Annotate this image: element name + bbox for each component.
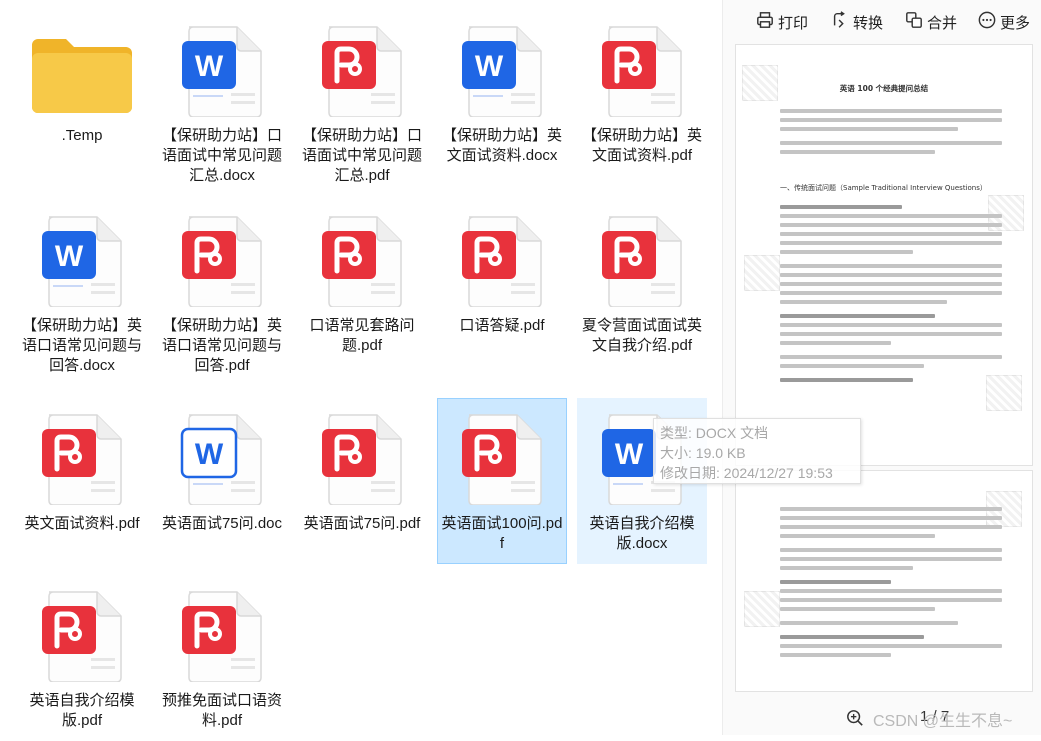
file-name-label: 【保研助力站】英文面试资料.pdf (581, 127, 702, 164)
file-name-label: 口语答疑.pdf (459, 317, 545, 334)
file-name-label: 英语面试75问.doc (161, 515, 283, 532)
pdf-file-icon (39, 411, 127, 505)
file-item[interactable]: 英语自我介绍模版.pdf (17, 575, 147, 741)
preview-pane: 打印 转换 合并 更多 英语 100 个经典提问总结 一、传统面试问题（Samp… (723, 0, 1041, 735)
file-item[interactable]: 英语面试75问.pdf (297, 398, 427, 564)
pdf-file-icon (319, 213, 407, 307)
file-name-label: 【保研助力站】英语口语常见问题与回答.pdf (161, 317, 282, 374)
more-label: 更多 (1000, 14, 1031, 32)
print-label: 打印 (778, 14, 809, 32)
svg-text:W: W (55, 240, 84, 273)
file-item[interactable]: 英文面试资料.pdf (17, 398, 147, 564)
preview-page-2[interactable] (735, 470, 1033, 692)
svg-text:W: W (195, 438, 224, 471)
pdf-file-icon (179, 213, 267, 307)
pdf-file-icon (459, 411, 547, 505)
file-name-label: .Temp (61, 127, 103, 144)
file-item[interactable]: 夏令营面试面试英文自我介绍.pdf (577, 200, 707, 366)
text-block (780, 205, 1002, 387)
file-item[interactable]: W 【保研助力站】口语面试中常见问题汇总.docx (157, 10, 287, 184)
file-item[interactable]: 口语常见套路问题.pdf (297, 200, 427, 366)
word-file-icon: W (179, 23, 267, 117)
more-button[interactable]: 更多 (978, 10, 1030, 34)
file-name-label: 【保研助力站】口语面试中常见问题汇总.docx (161, 127, 282, 184)
pdf-file-icon (39, 588, 127, 682)
file-name-label: 英文面试资料.pdf (24, 515, 140, 532)
svg-text:W: W (195, 50, 224, 83)
print-button[interactable]: 打印 (756, 10, 808, 34)
pdf-file-icon (599, 213, 687, 307)
word-file-icon: W (179, 411, 267, 505)
document-heading: 一、传统面试问题（Sample Traditional Interview Qu… (780, 184, 987, 192)
text-block (780, 507, 1002, 662)
file-name-label: 夏令营面试面试英文自我介绍.pdf (581, 317, 702, 354)
file-item[interactable]: W 英语面试75问.doc (157, 398, 287, 564)
watermark-qr (744, 591, 780, 627)
svg-text:W: W (615, 438, 644, 471)
convert-icon (831, 11, 849, 33)
file-item[interactable]: 【保研助力站】英文面试资料.pdf (577, 10, 707, 176)
file-name-label: 英语自我介绍模版.pdf (29, 692, 135, 729)
file-item[interactable]: W 【保研助力站】英文面试资料.docx (437, 10, 567, 176)
file-name-label: 【保研助力站】英文面试资料.docx (441, 127, 562, 164)
word-file-icon: W (459, 23, 547, 117)
file-item[interactable]: 口语答疑.pdf (437, 200, 567, 366)
file-item[interactable]: 【保研助力站】英语口语常见问题与回答.pdf (157, 200, 287, 374)
tooltip-type: 类型: DOCX 文档 (660, 425, 769, 441)
tooltip-size: 大小: 19.0 KB (660, 445, 746, 461)
file-item[interactable]: 【保研助力站】口语面试中常见问题汇总.pdf (297, 10, 427, 184)
folder-item[interactable]: .Temp (17, 10, 147, 176)
more-icon (978, 11, 996, 33)
file-name-label: 英语自我介绍模版.docx (589, 515, 695, 552)
pdf-file-icon (319, 411, 407, 505)
preview-toolbar: 打印 转换 合并 更多 (723, 0, 1041, 42)
tooltip-modified: 修改日期: 2024/12/27 19:53 (660, 465, 833, 481)
convert-label: 转换 (853, 14, 884, 32)
file-name-label: 英语面试100问.pdf (441, 515, 563, 552)
document-title: 英语 100 个经典提问总结 (839, 84, 929, 93)
file-item[interactable]: 英语面试100问.pdf (437, 398, 567, 564)
file-name-label: 【保研助力站】英语口语常见问题与回答.docx (21, 317, 142, 374)
watermark-qr (744, 255, 780, 291)
file-name-label: 英语面试75问.pdf (303, 515, 421, 532)
file-tooltip: 类型: DOCX 文档 大小: 19.0 KB 修改日期: 2024/12/27… (653, 418, 861, 484)
file-item[interactable]: W 【保研助力站】英语口语常见问题与回答.docx (17, 200, 147, 374)
file-item[interactable]: 预推免面试口语资料.pdf (157, 575, 287, 741)
word-file-icon: W (39, 213, 127, 307)
preview-page-1[interactable]: 英语 100 个经典提问总结 一、传统面试问题（Sample Tradition… (735, 44, 1033, 466)
file-name-label: 预推免面试口语资料.pdf (161, 692, 282, 729)
file-grid: .Temp W 【保研助力站】口语面试中常见问题汇总.docx 【保研助力站】口语面试… (0, 0, 722, 735)
preview-status-bar: 1 / 7 CSDN @生生不息~ (723, 698, 1041, 735)
svg-text:W: W (475, 50, 504, 83)
convert-button[interactable]: 转换 (831, 10, 883, 34)
merge-label: 合并 (927, 14, 958, 32)
pdf-file-icon (599, 23, 687, 117)
merge-icon (905, 11, 923, 33)
pdf-file-icon (459, 213, 547, 307)
folder-icon (28, 23, 138, 117)
pdf-file-icon (319, 23, 407, 117)
pdf-file-icon (179, 588, 267, 682)
merge-button[interactable]: 合并 (905, 10, 957, 34)
csdn-watermark: CSDN @生生不息~ (873, 713, 1013, 730)
file-name-label: 口语常见套路问题.pdf (309, 317, 415, 354)
printer-icon (756, 11, 774, 33)
file-name-label: 【保研助力站】口语面试中常见问题汇总.pdf (301, 127, 422, 184)
text-block (780, 109, 1002, 159)
zoom-in-icon[interactable] (846, 709, 864, 727)
